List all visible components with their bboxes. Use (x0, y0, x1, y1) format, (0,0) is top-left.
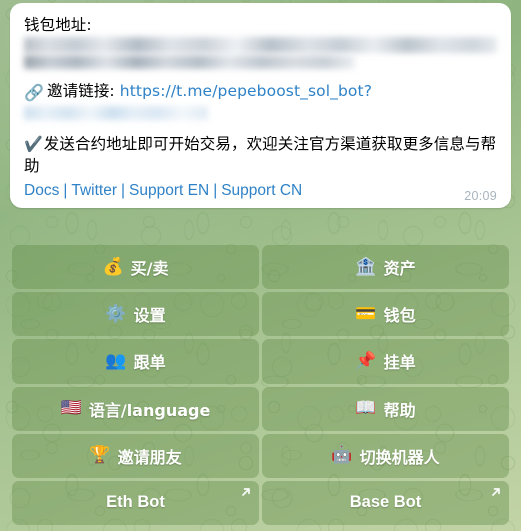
footer-separator-3: | (213, 181, 218, 199)
keyboard-row: 🏆 邀请朋友 🤖 切换机器人 (12, 433, 509, 478)
invite-link-tail-redacted (24, 105, 209, 120)
footer-links: Docs | Twitter | Support EN | Support CN (24, 179, 497, 202)
invite-link-row: 🔗 邀请链接: https://t.me/pepeboost_sol_bot? (24, 80, 497, 104)
wallet-address-redacted (24, 37, 497, 54)
footer-link-support-cn[interactable]: Support CN (221, 182, 302, 199)
keyboard-button-label: 邀请朋友 (117, 447, 182, 467)
external-link-arrow-icon (240, 486, 252, 498)
wallet-address-label: 钱包地址: (24, 16, 92, 34)
wallet-address-note-redacted (24, 55, 356, 70)
keyboard-button-语言-language[interactable]: 🇺🇸 语言/language (12, 386, 259, 431)
keyboard-button-label: 钱包 (383, 306, 416, 326)
robot-icon: 🤖 (331, 445, 353, 466)
keyboard-button-label: 语言/language (88, 400, 211, 420)
keyboard-button-买-卖[interactable]: 💰 买/卖 (12, 245, 259, 290)
pushpin-icon: 📌 (355, 350, 377, 371)
footer-link-support-en[interactable]: Support EN (129, 182, 209, 199)
keyboard-button-切换机器人[interactable]: 🤖 切换机器人 (262, 433, 509, 478)
keyboard-row: 👥 跟单 📌 挂单 (12, 339, 509, 384)
bank-icon: 🏦 (355, 256, 377, 277)
footer-link-twitter[interactable]: Twitter (71, 182, 117, 199)
keyboard-button-挂单[interactable]: 📌 挂单 (262, 339, 509, 384)
keyboard-button-label: 帮助 (383, 400, 416, 420)
notice-row: ✔️发送合约地址即可开始交易，欢迎关注官方渠道获取更多信息与帮助 (24, 133, 497, 178)
invite-link-url[interactable]: https://t.me/pepeboost_sol_bot? (120, 82, 372, 100)
external-link-arrow-icon (490, 486, 502, 498)
invite-link-label: 邀请链接: (47, 82, 115, 101)
keyboard-button-帮助[interactable]: 📖 帮助 (262, 386, 509, 431)
keyboard-row: ⚙️ 设置 💳 钱包 (12, 292, 509, 337)
footer-link-docs[interactable]: Docs (24, 182, 59, 199)
keyboard-button-base-bot[interactable]: Base Bot (262, 480, 509, 526)
keyboard-button-label: 设置 (133, 306, 166, 326)
people-icon: 👥 (105, 350, 127, 371)
keyboard-button-跟单[interactable]: 👥 跟单 (12, 339, 259, 384)
credit-card-icon: 💳 (355, 303, 377, 324)
gear-icon: ⚙️ (105, 303, 127, 324)
open-book-icon: 📖 (355, 398, 377, 419)
bot-message-bubble: 钱包地址: 🔗 邀请链接: https://t.me/pepeboost_sol_… (10, 3, 511, 209)
notice-text: 发送合约地址即可开始交易，欢迎关注官方渠道获取更多信息与帮助 (24, 134, 497, 176)
keyboard-button-资产[interactable]: 🏦 资产 (262, 245, 509, 290)
keyboard-button-设置[interactable]: ⚙️ 设置 (12, 292, 259, 337)
check-mark-icon: ✔️ (24, 134, 43, 153)
keyboard-button-钱包[interactable]: 💳 钱包 (262, 292, 509, 337)
keyboard-row: Eth Bot Base Bot (12, 480, 509, 526)
message-timestamp: 20:09 (464, 189, 497, 204)
keyboard-button-eth-bot[interactable]: Eth Bot (12, 480, 259, 526)
keyboard-button-label: Eth Bot (106, 493, 165, 512)
reply-keyboard: 💰 买/卖 🏦 资产 ⚙️ 设置 💳 钱包 👥 跟单 📌 挂单 🇺🇸 语言/language 📖 帮助 🏆 邀请朋… (0, 245, 521, 531)
flag-us-icon: 🇺🇸 (60, 398, 82, 419)
keyboard-button-label: 挂单 (383, 353, 416, 373)
keyboard-button-label: 买/卖 (130, 259, 169, 279)
keyboard-button-label: 切换机器人 (359, 447, 440, 467)
money-bag-icon: 💰 (102, 256, 124, 277)
keyboard-button-邀请朋友[interactable]: 🏆 邀请朋友 (12, 433, 259, 478)
footer-separator-1: | (63, 181, 68, 199)
keyboard-button-label: Base Bot (349, 493, 422, 512)
keyboard-row: 💰 买/卖 🏦 资产 (12, 245, 509, 290)
keyboard-button-label: 资产 (383, 259, 416, 279)
keyboard-button-label: 跟单 (133, 353, 166, 373)
link-emoji-icon: 🔗 (24, 83, 45, 103)
trophy-icon: 🏆 (89, 445, 111, 466)
keyboard-row: 🇺🇸 语言/language 📖 帮助 (12, 386, 509, 431)
footer-separator-2: | (121, 181, 126, 199)
